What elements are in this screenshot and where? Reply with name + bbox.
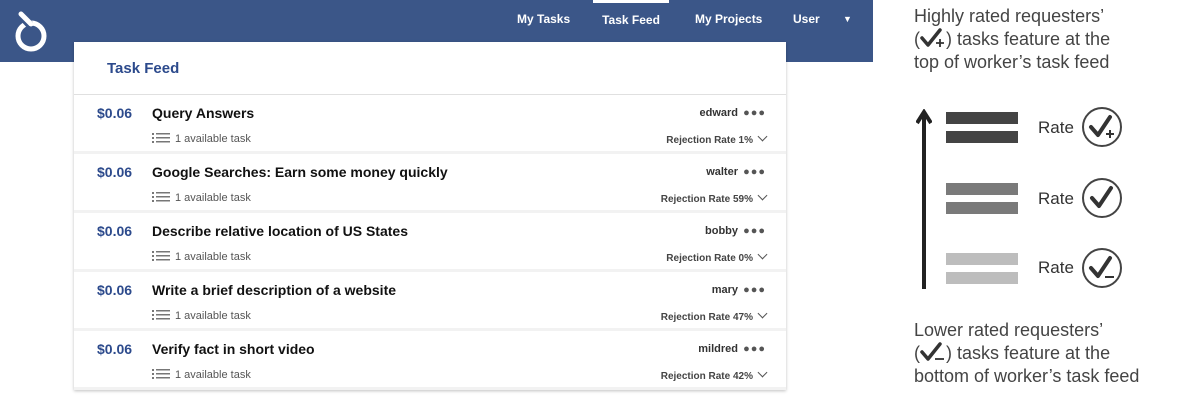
list-icon — [152, 192, 170, 202]
rejection-rate[interactable]: Rejection Rate 1% — [666, 131, 768, 146]
requester-name: walter — [706, 166, 738, 178]
task-price: $0.06 — [97, 164, 133, 180]
bar — [946, 253, 1018, 265]
task-price: $0.06 — [97, 223, 133, 239]
available-tasks: 1 available task — [152, 369, 251, 381]
list-icon — [152, 310, 170, 320]
rating-dots: ●●● — [743, 166, 766, 178]
available-label: 1 available task — [175, 369, 251, 381]
task-title[interactable]: Write a brief description of a website — [152, 282, 396, 298]
bar — [946, 202, 1018, 214]
rejection-label: Rejection Rate 0% — [666, 253, 753, 264]
task-title[interactable]: Describe relative location of US States — [152, 223, 408, 239]
check-icon — [1082, 178, 1122, 218]
rejection-rate[interactable]: Rejection Rate 42% — [660, 367, 768, 382]
rejection-rate[interactable]: Rejection Rate 0% — [666, 249, 768, 264]
requester-name: mary — [711, 284, 738, 296]
mid-rated-bars — [946, 183, 1018, 221]
available-tasks: 1 available task — [152, 192, 251, 204]
chevron-down-icon[interactable] — [757, 249, 768, 260]
list-icon — [152, 251, 170, 261]
high-rated-bars — [946, 112, 1018, 150]
task-title[interactable]: Query Answers — [152, 105, 254, 121]
rate-label: Rate — [1038, 258, 1074, 277]
available-tasks: 1 available task — [152, 310, 251, 322]
chevron-down-icon[interactable] — [757, 308, 768, 319]
task-row[interactable]: $0.06 Query Answers 1 available task edw… — [74, 95, 786, 151]
rejection-label: Rejection Rate 42% — [660, 371, 753, 382]
annotation-top-text: Highly rated requesters’ () tasks featur… — [914, 5, 1194, 74]
available-label: 1 available task — [175, 251, 251, 263]
available-tasks: 1 available task — [152, 133, 251, 145]
rating-dots: ●●● — [743, 343, 766, 355]
chevron-down-icon[interactable] — [757, 131, 768, 142]
list-icon — [152, 369, 170, 379]
caret-down-icon[interactable]: ▼ — [843, 14, 852, 24]
available-label: 1 available task — [175, 192, 251, 204]
check-plus-icon — [1082, 107, 1122, 147]
annotation-top-line2: () tasks feature at the — [914, 28, 1194, 51]
check-minus-icon — [1082, 248, 1122, 288]
rejection-rate[interactable]: Rejection Rate 59% — [660, 190, 768, 205]
rejection-label: Rejection Rate 1% — [666, 135, 753, 146]
rating-dots: ●●● — [743, 284, 766, 296]
task-row[interactable]: $0.06 Verify fact in short video 1 avail… — [74, 331, 786, 387]
panel-header: Task Feed — [74, 42, 786, 95]
task-title[interactable]: Verify fact in short video — [152, 341, 315, 357]
rejection-rate[interactable]: Rejection Rate 47% — [660, 308, 768, 323]
low-rated-bars — [946, 253, 1018, 291]
requester-name: mildred — [698, 343, 738, 355]
task-feed-panel: Task Feed $0.06 Query Answers 1 availabl… — [74, 42, 786, 390]
rate-label: Rate — [1038, 189, 1074, 208]
available-label: 1 available task — [175, 133, 251, 145]
task-title[interactable]: Google Searches: Earn some money quickly — [152, 164, 448, 180]
rating-dots: ●●● — [743, 107, 766, 119]
requester: edward ●●● — [699, 107, 766, 119]
chevron-down-icon[interactable] — [757, 367, 768, 378]
annotation-bottom-line2: () tasks feature at the — [914, 342, 1194, 365]
task-price: $0.06 — [97, 282, 133, 298]
crowd-work-ui: My Tasks Task Feed My Projects User ▼ Ta… — [0, 0, 873, 395]
task-row[interactable]: $0.06 Write a brief description of a web… — [74, 272, 786, 328]
nav-my-projects[interactable]: My Projects — [695, 0, 762, 40]
rejection-label: Rejection Rate 59% — [660, 194, 753, 205]
panel-title: Task Feed — [107, 60, 180, 77]
available-tasks: 1 available task — [152, 251, 251, 263]
task-row[interactable]: $0.06 Google Searches: Earn some money q… — [74, 154, 786, 210]
annotation-top-line1: Highly rated requesters’ — [914, 6, 1105, 26]
annotation-top-line2-text: ) tasks feature at the — [946, 29, 1111, 49]
annotation-top-line3: top of worker’s task feed — [914, 52, 1110, 72]
available-label: 1 available task — [175, 310, 251, 322]
task-row[interactable]: $0.06 Describe relative location of US S… — [74, 213, 786, 269]
requester-name: edward — [699, 107, 738, 119]
requester: mary ●●● — [712, 284, 766, 296]
requester: walter ●●● — [706, 166, 766, 178]
task-price: $0.06 — [97, 341, 133, 357]
annotation-bottom-line3: bottom of worker’s task feed — [914, 366, 1140, 386]
annotation-bottom-text: Lower rated requesters’ () tasks feature… — [914, 319, 1194, 388]
logo-icon[interactable] — [12, 8, 50, 54]
arrow-up-icon — [916, 109, 932, 289]
annotation-bottom-line2-text: ) tasks feature at the — [946, 343, 1111, 363]
chevron-down-icon[interactable] — [757, 190, 768, 201]
nav-task-feed[interactable]: Task Feed — [593, 0, 669, 43]
bar — [946, 112, 1018, 124]
requester: bobby ●●● — [705, 225, 766, 237]
rate-label: Rate — [1038, 118, 1074, 137]
bar — [946, 131, 1018, 143]
nav-user[interactable]: User — [793, 0, 820, 40]
rating-dots: ●●● — [743, 225, 766, 237]
requester-name: bobby — [705, 225, 738, 237]
bar — [946, 272, 1018, 284]
nav-my-tasks[interactable]: My Tasks — [517, 0, 570, 40]
requester: mildred ●●● — [698, 343, 766, 355]
list-icon — [152, 133, 170, 143]
check-plus-icon — [920, 28, 944, 47]
check-minus-icon — [920, 342, 944, 361]
rejection-label: Rejection Rate 47% — [660, 312, 753, 323]
bar — [946, 183, 1018, 195]
annotation-bottom-line1: Lower rated requesters’ — [914, 320, 1104, 340]
task-price: $0.06 — [97, 105, 133, 121]
